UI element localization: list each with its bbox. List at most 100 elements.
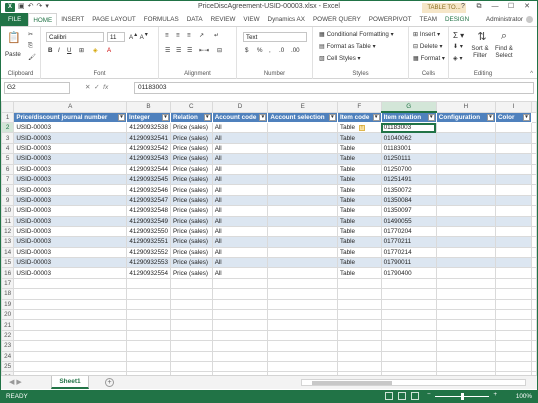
empty-cell[interactable]	[267, 360, 338, 373]
cell-item-relation[interactable]: 01350084	[380, 194, 437, 207]
cell-item-code[interactable]: Table	[336, 205, 382, 217]
row-header[interactable]: 25	[1, 360, 15, 373]
cell-account-selection[interactable]	[267, 163, 338, 175]
cut-icon[interactable]: ✂	[28, 31, 33, 38]
user-avatar-icon[interactable]	[526, 16, 533, 23]
empty-cell[interactable]	[380, 298, 437, 311]
cell-item-code[interactable]: Table	[336, 153, 382, 165]
cell-integer[interactable]: 41290932549	[126, 215, 171, 227]
close-icon[interactable]: ✕	[519, 1, 535, 12]
cell-item-code[interactable]: Table	[336, 142, 382, 155]
page-break-view-icon[interactable]	[411, 392, 419, 400]
cell-empty[interactable]	[494, 246, 533, 259]
row-header[interactable]: 14	[1, 246, 15, 259]
empty-cell[interactable]	[211, 340, 269, 352]
row-header[interactable]: 24	[1, 350, 15, 363]
cell-relation[interactable]: Price (sales)	[169, 142, 213, 155]
restore-ribbon-icon[interactable]: ⧉	[471, 1, 487, 12]
empty-cell[interactable]	[531, 277, 537, 290]
empty-cell[interactable]	[531, 350, 537, 363]
cell-account-selection[interactable]	[267, 215, 338, 227]
empty-cell[interactable]	[126, 288, 171, 300]
row-header[interactable]: 8	[1, 184, 15, 196]
cell-relation[interactable]: Price (sales)	[169, 194, 213, 207]
empty-cell[interactable]	[267, 298, 338, 311]
cell-journal[interactable]: USID-00003	[13, 184, 128, 196]
table-header-cell[interactable]: Account code ▾	[211, 111, 269, 123]
cell-item-relation[interactable]: 01183001	[380, 142, 437, 155]
cell-journal[interactable]: USID-00003	[13, 173, 128, 186]
page-layout-view-icon[interactable]	[398, 392, 406, 400]
empty-cell[interactable]	[267, 350, 338, 363]
cell-journal[interactable]: USID-00003	[13, 215, 128, 227]
empty-cell[interactable]	[531, 257, 537, 269]
align-left-icon[interactable]: ☰	[165, 47, 171, 54]
tab-file[interactable]: FILE	[1, 13, 29, 26]
cell-empty[interactable]	[494, 205, 533, 217]
cell-journal[interactable]: USID-00003	[13, 257, 128, 269]
empty-cell[interactable]	[380, 277, 437, 290]
cell-item-relation[interactable]: 01350072	[380, 184, 437, 196]
empty-cell[interactable]	[169, 360, 213, 373]
empty-cell[interactable]	[531, 319, 537, 331]
empty-cell[interactable]	[435, 277, 496, 290]
filter-dropdown-icon[interactable]: ▾	[427, 114, 435, 121]
empty-cell[interactable]	[531, 215, 537, 227]
cell-empty[interactable]	[435, 215, 496, 227]
insert-function-icon[interactable]: fx	[103, 84, 108, 91]
tab-review[interactable]: REVIEW	[207, 13, 240, 26]
error-warning-icon[interactable]: !	[359, 124, 365, 131]
filter-dropdown-icon[interactable]: ▾	[486, 113, 494, 121]
cell-empty[interactable]	[494, 194, 533, 207]
cell-empty[interactable]	[435, 163, 496, 175]
column-header-c[interactable]: C	[169, 101, 213, 113]
cell-journal[interactable]: USID-00003	[13, 163, 128, 175]
center-icon[interactable]: ☰	[176, 47, 182, 54]
row-header[interactable]: 17	[1, 277, 15, 290]
cell-item-relation[interactable]: 01350097	[380, 205, 437, 217]
empty-cell[interactable]	[336, 288, 382, 300]
font-color-icon[interactable]: A	[107, 47, 111, 54]
empty-cell[interactable]	[126, 319, 171, 331]
cell-account-code[interactable]: All	[211, 132, 269, 144]
cell-empty[interactable]	[435, 184, 496, 196]
cell-journal[interactable]: USID-00003	[13, 194, 128, 207]
empty-cell[interactable]	[531, 121, 537, 134]
cell-relation[interactable]: Price (sales)	[169, 132, 213, 144]
paste-button[interactable]: Paste	[5, 51, 21, 58]
cell-item-code[interactable]: Table	[336, 163, 382, 175]
cell-account-selection[interactable]	[267, 225, 338, 238]
cell-relation[interactable]: Price (sales)	[169, 246, 213, 259]
cell-integer[interactable]: 41290932553	[126, 257, 171, 269]
insert-cells-button[interactable]: ⊞ Insert ▾	[413, 31, 440, 38]
cell-empty[interactable]	[435, 225, 496, 238]
sheet-nav-arrows-icon[interactable]: ◀ ▶	[9, 378, 22, 386]
merge-center-icon[interactable]: ⊟	[217, 47, 222, 54]
empty-cell[interactable]	[211, 288, 269, 300]
empty-cell[interactable]	[494, 298, 533, 311]
empty-cell[interactable]	[336, 329, 382, 342]
cell-account-code[interactable]: All	[211, 236, 269, 248]
cell-integer[interactable]: 41290932544	[126, 163, 171, 175]
empty-cell[interactable]	[126, 340, 171, 352]
empty-cell[interactable]	[380, 288, 437, 300]
empty-cell[interactable]	[169, 277, 213, 290]
clear-icon[interactable]: ◈ ▾	[453, 55, 463, 62]
cell-empty[interactable]	[494, 184, 533, 196]
cell-integer[interactable]: 41290932546	[126, 184, 171, 196]
row-header[interactable]: 5	[1, 153, 15, 165]
cell-item-code[interactable]: Table	[336, 194, 382, 207]
cell-empty[interactable]	[435, 153, 496, 165]
find-select-button[interactable]: Find & Select	[492, 45, 516, 59]
cell-account-selection[interactable]	[267, 132, 338, 144]
filter-dropdown-icon[interactable]: ▾	[259, 113, 267, 121]
empty-cell[interactable]	[13, 288, 128, 300]
empty-cell[interactable]	[126, 360, 171, 373]
row-header[interactable]: 18	[1, 288, 15, 300]
cell-relation[interactable]: Price (sales)	[169, 257, 213, 269]
cell-empty[interactable]	[435, 142, 496, 155]
middle-align-icon[interactable]: ≡	[176, 32, 180, 39]
empty-cell[interactable]	[267, 319, 338, 331]
cell-empty[interactable]	[494, 142, 533, 155]
comma-style-icon[interactable]: ,	[269, 47, 271, 54]
